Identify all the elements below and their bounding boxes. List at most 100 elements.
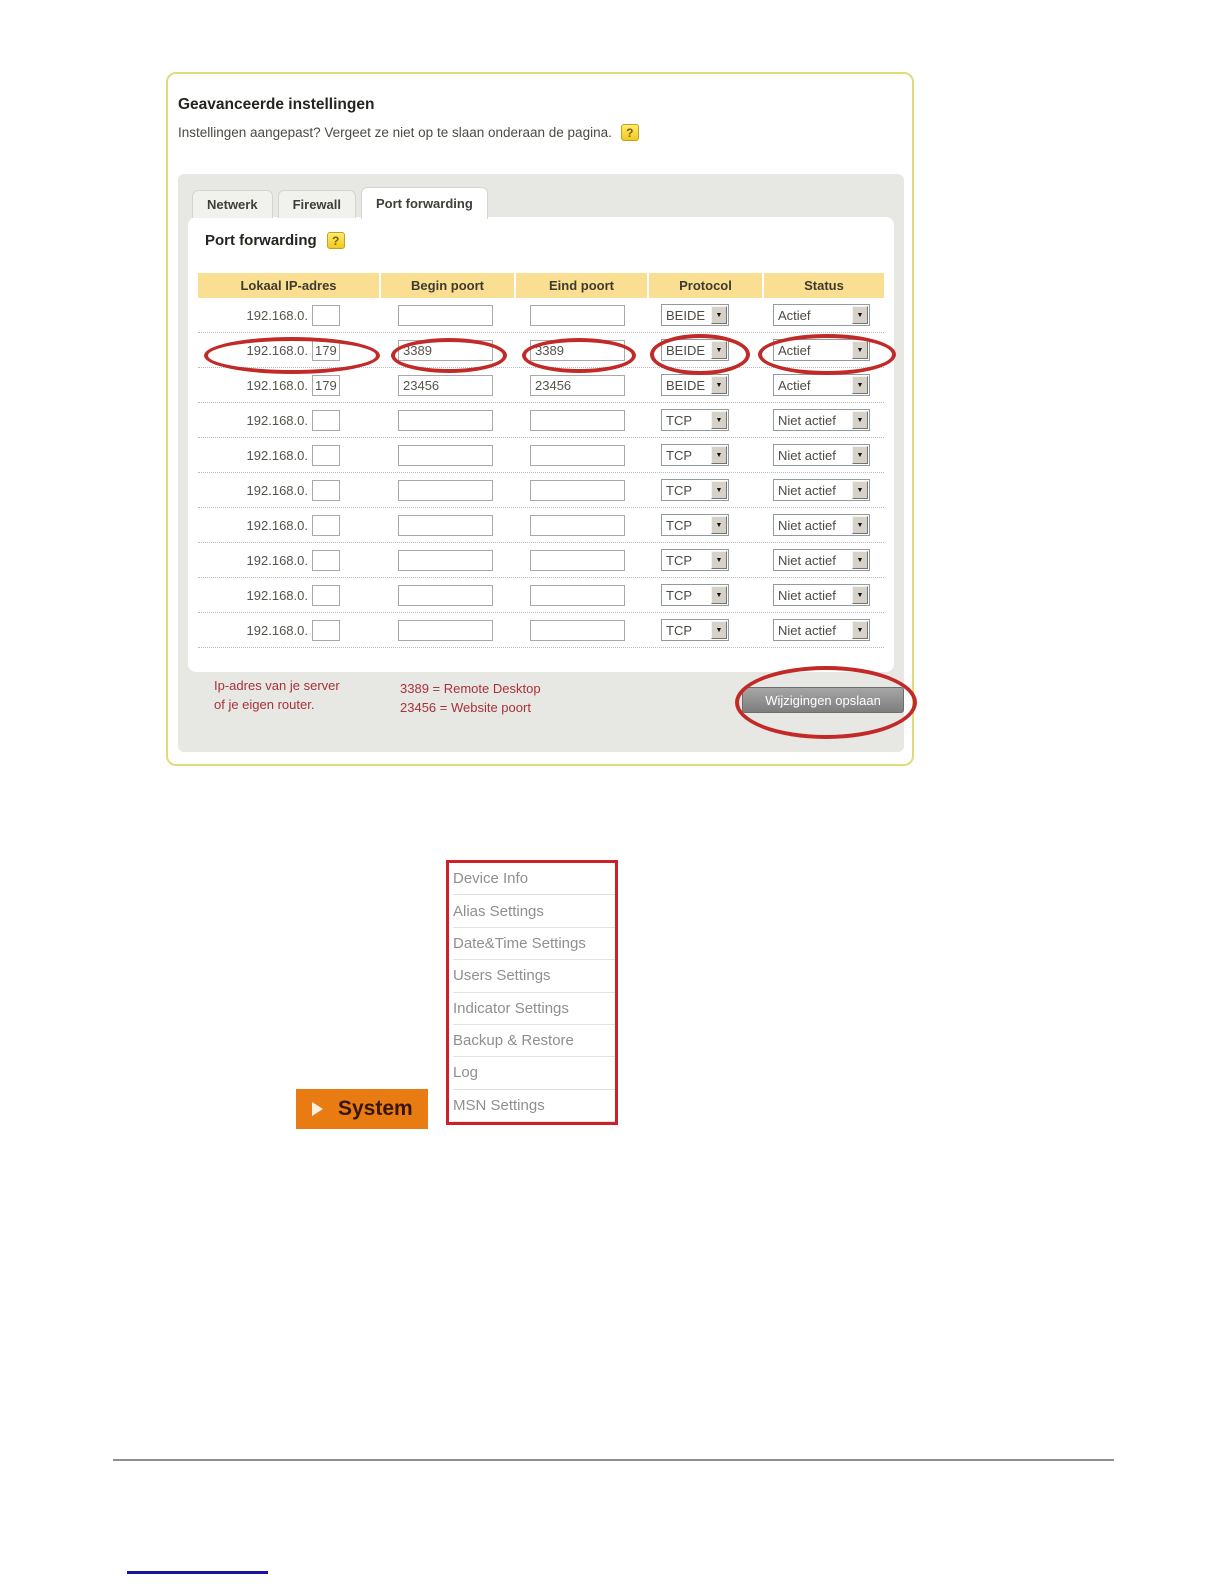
dropdown-arrow-icon: ▼: [852, 411, 868, 429]
menu-item-users-settings[interactable]: Users Settings: [453, 960, 615, 993]
ip-suffix-input[interactable]: [312, 514, 340, 536]
protocol-value: TCP: [666, 482, 692, 498]
status-select[interactable]: Niet actief ▼: [773, 584, 870, 606]
end-port-input[interactable]: [530, 444, 625, 466]
protocol-value: TCP: [666, 517, 692, 533]
protocol-cell: BEIDE ▼: [649, 304, 764, 326]
begin-port-input[interactable]: [398, 619, 493, 641]
status-select[interactable]: Actief ▼: [773, 304, 870, 326]
begin-port-cell: [381, 374, 516, 396]
system-button[interactable]: System: [296, 1089, 428, 1129]
begin-port-input[interactable]: [398, 409, 493, 431]
dropdown-arrow-icon: ▼: [852, 586, 868, 604]
protocol-value: TCP: [666, 622, 692, 638]
help-icon[interactable]: ?: [620, 124, 639, 141]
protocol-select[interactable]: BEIDE ▼: [661, 304, 729, 326]
ip-suffix-input[interactable]: [312, 549, 340, 571]
ip-suffix-input[interactable]: [312, 444, 340, 466]
menu-item-alias-settings[interactable]: Alias Settings: [453, 895, 615, 928]
protocol-select[interactable]: BEIDE ▼: [661, 339, 729, 361]
end-port-input[interactable]: [530, 409, 625, 431]
end-port-input[interactable]: [530, 619, 625, 641]
table-row: 192.168.0. TCP ▼ Niet actief ▼: [198, 578, 884, 613]
end-port-cell: [516, 304, 649, 326]
status-select[interactable]: Niet actief ▼: [773, 619, 870, 641]
help-icon[interactable]: ?: [326, 232, 345, 249]
system-menu: Device Info Alias Settings Date&Time Setti…: [446, 860, 618, 1125]
table-row: 192.168.0. TCP ▼ Niet actief ▼: [198, 613, 884, 648]
begin-port-input[interactable]: [398, 584, 493, 606]
tab-port-forwarding[interactable]: Port forwarding: [361, 187, 488, 219]
status-select[interactable]: Niet actief ▼: [773, 514, 870, 536]
protocol-select[interactable]: TCP ▼: [661, 444, 729, 466]
protocol-select[interactable]: TCP ▼: [661, 479, 729, 501]
dropdown-arrow-icon: ▼: [711, 341, 727, 359]
column-header-protocol: Protocol: [649, 273, 764, 298]
begin-port-input[interactable]: [398, 304, 493, 326]
dropdown-arrow-icon: ▼: [711, 446, 727, 464]
begin-port-input[interactable]: [398, 339, 493, 361]
end-port-input[interactable]: [530, 479, 625, 501]
menu-item-date-time-settings[interactable]: Date&Time Settings: [453, 928, 615, 961]
end-port-input[interactable]: [530, 584, 625, 606]
end-port-input[interactable]: [530, 549, 625, 571]
menu-item-device-info[interactable]: Device Info: [453, 863, 615, 896]
ip-suffix-input[interactable]: [312, 584, 340, 606]
ip-suffix-input[interactable]: [312, 479, 340, 501]
end-port-input[interactable]: [530, 304, 625, 326]
protocol-select[interactable]: TCP ▼: [661, 619, 729, 641]
ip-suffix-input[interactable]: [312, 619, 340, 641]
end-port-input[interactable]: [530, 374, 625, 396]
menu-item-backup-restore[interactable]: Backup & Restore: [453, 1025, 615, 1058]
protocol-value: BEIDE: [666, 377, 706, 393]
status-select[interactable]: Niet actief ▼: [773, 444, 870, 466]
dropdown-arrow-icon: ▼: [711, 306, 727, 324]
menu-item-log[interactable]: Log: [453, 1057, 615, 1090]
link-underline: [127, 1571, 268, 1574]
protocol-select[interactable]: TCP ▼: [661, 584, 729, 606]
begin-port-input[interactable]: [398, 479, 493, 501]
ip-suffix-input[interactable]: [312, 409, 340, 431]
begin-port-input[interactable]: [398, 444, 493, 466]
protocol-select[interactable]: BEIDE ▼: [661, 374, 729, 396]
end-port-cell: [516, 619, 649, 641]
begin-port-input[interactable]: [398, 374, 493, 396]
dropdown-arrow-icon: ▼: [852, 306, 868, 324]
status-value: Niet actief: [778, 482, 836, 498]
status-select[interactable]: Actief ▼: [773, 339, 870, 361]
protocol-value: BEIDE: [666, 307, 706, 323]
status-select[interactable]: Niet actief ▼: [773, 549, 870, 571]
end-port-cell: [516, 444, 649, 466]
menu-item-msn-settings[interactable]: MSN Settings: [453, 1090, 615, 1122]
begin-port-input[interactable]: [398, 514, 493, 536]
end-port-input[interactable]: [530, 339, 625, 361]
table-row: 192.168.0. TCP ▼ Niet actief ▼: [198, 543, 884, 578]
protocol-value: TCP: [666, 412, 692, 428]
tab-netwerk[interactable]: Netwerk: [192, 190, 273, 218]
protocol-select[interactable]: TCP ▼: [661, 514, 729, 536]
end-port-input[interactable]: [530, 514, 625, 536]
tab-bar: Netwerk Firewall Port forwarding: [192, 187, 488, 219]
menu-item-indicator-settings[interactable]: Indicator Settings: [453, 993, 615, 1025]
tab-firewall[interactable]: Firewall: [277, 190, 356, 218]
status-select[interactable]: Actief ▼: [773, 374, 870, 396]
protocol-cell: TCP ▼: [649, 619, 764, 641]
status-value: Actief: [778, 307, 811, 323]
status-select[interactable]: Niet actief ▼: [773, 479, 870, 501]
ip-prefix-label: 192.168.0.: [246, 447, 308, 463]
table-row: 192.168.0. BEIDE ▼ Actief ▼: [198, 333, 884, 368]
dropdown-arrow-icon: ▼: [711, 376, 727, 394]
ip-suffix-input[interactable]: [312, 304, 340, 326]
protocol-select[interactable]: TCP ▼: [661, 549, 729, 571]
status-select[interactable]: Niet actief ▼: [773, 409, 870, 431]
local-ip-cell: 192.168.0.: [198, 409, 381, 431]
table-row: 192.168.0. TCP ▼ Niet actief ▼: [198, 438, 884, 473]
begin-port-input[interactable]: [398, 549, 493, 571]
save-changes-button[interactable]: Wijzigingen opslaan: [742, 687, 904, 713]
table-body: 192.168.0. BEIDE ▼ Actief ▼ 192.168.0. 1…: [198, 298, 884, 648]
ip-prefix-label: 192.168.0.: [246, 587, 308, 603]
ip-suffix-input[interactable]: [312, 339, 340, 361]
protocol-select[interactable]: TCP ▼: [661, 409, 729, 431]
ip-suffix-input[interactable]: [312, 374, 340, 396]
dropdown-arrow-icon: ▼: [852, 621, 868, 639]
